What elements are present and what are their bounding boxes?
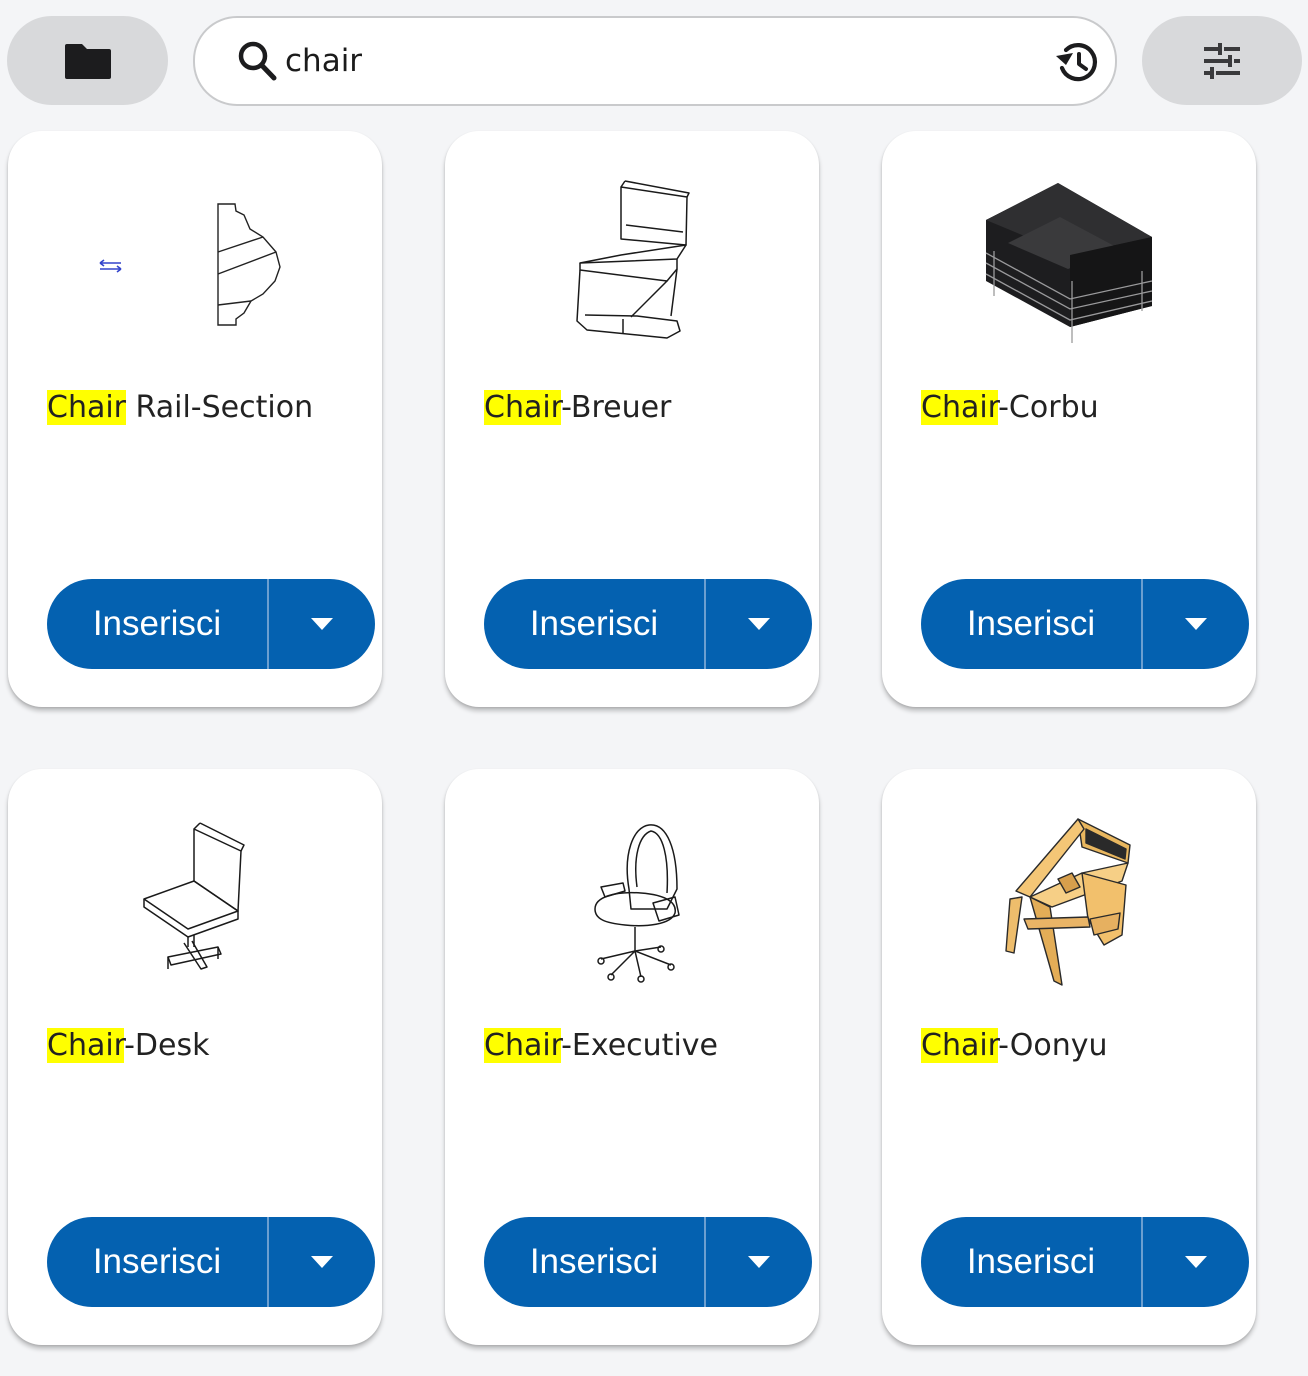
caret-down-icon	[1185, 1256, 1207, 1268]
insert-split-button: Inserisci	[484, 1217, 812, 1307]
card-thumbnail	[8, 131, 382, 361]
insert-split-button: Inserisci	[47, 579, 375, 669]
card-thumbnail	[882, 131, 1256, 361]
result-card[interactable]: Chair Rail-Section Inserisci	[8, 131, 382, 707]
card-title: Chair Rail-Section	[47, 390, 314, 425]
insert-button[interactable]: Inserisci	[484, 1217, 704, 1307]
insert-button[interactable]: Inserisci	[921, 1217, 1141, 1307]
caret-down-icon	[311, 618, 333, 630]
toolbar	[0, 0, 1308, 120]
insert-button[interactable]: Inserisci	[47, 1217, 267, 1307]
search-history-button[interactable]	[1053, 38, 1103, 88]
search-match-highlight: Chair	[921, 390, 999, 425]
card-thumbnail	[8, 769, 382, 999]
insert-button[interactable]: Inserisci	[921, 579, 1141, 669]
card-thumbnail	[445, 769, 819, 999]
insert-options-dropdown[interactable]	[269, 579, 375, 669]
folder-icon	[64, 43, 111, 79]
card-title: Chair-Breuer	[484, 390, 672, 425]
caret-down-icon	[748, 1256, 770, 1268]
swap-arrows-icon	[99, 259, 122, 273]
card-title: Chair-Executive	[484, 1028, 718, 1063]
card-title: Chair-Corbu	[921, 390, 1099, 425]
insert-split-button: Inserisci	[47, 1217, 375, 1307]
search-input[interactable]	[285, 38, 1025, 84]
tune-sliders-icon	[1204, 42, 1240, 79]
insert-button[interactable]: Inserisci	[47, 579, 267, 669]
card-thumbnail	[445, 131, 819, 361]
search-icon	[238, 41, 277, 81]
insert-split-button: Inserisci	[921, 579, 1249, 669]
result-card[interactable]: Chair-Executive Inserisci	[445, 769, 819, 1345]
insert-options-dropdown[interactable]	[269, 1217, 375, 1307]
insert-options-dropdown[interactable]	[1143, 1217, 1249, 1307]
result-card[interactable]: Chair-Desk Inserisci	[8, 769, 382, 1345]
insert-options-dropdown[interactable]	[706, 1217, 812, 1307]
caret-down-icon	[1185, 618, 1207, 630]
insert-button[interactable]: Inserisci	[484, 579, 704, 669]
insert-split-button: Inserisci	[921, 1217, 1249, 1307]
folder-button[interactable]	[7, 16, 168, 105]
search-match-highlight: Chair	[47, 1028, 125, 1063]
filter-button[interactable]	[1142, 16, 1302, 105]
search-bar	[193, 16, 1117, 106]
result-card[interactable]: Chair-Corbu Inserisci	[882, 131, 1256, 707]
search-match-highlight: Chair	[47, 390, 127, 425]
search-match-highlight: Chair	[484, 390, 562, 425]
caret-down-icon	[311, 1256, 333, 1268]
search-match-highlight: Chair	[484, 1028, 562, 1063]
card-thumbnail	[882, 769, 1256, 999]
caret-down-icon	[748, 618, 770, 630]
insert-options-dropdown[interactable]	[706, 579, 812, 669]
insert-split-button: Inserisci	[484, 579, 812, 669]
insert-options-dropdown[interactable]	[1143, 579, 1249, 669]
history-icon	[1056, 43, 1098, 82]
card-title: Chair-Desk	[47, 1028, 210, 1063]
card-title: Chair-Oonyu	[921, 1028, 1108, 1063]
result-card[interactable]: Chair-Oonyu Inserisci	[882, 769, 1256, 1345]
result-card[interactable]: Chair-Breuer Inserisci	[445, 131, 819, 707]
search-match-highlight: Chair	[921, 1028, 999, 1063]
